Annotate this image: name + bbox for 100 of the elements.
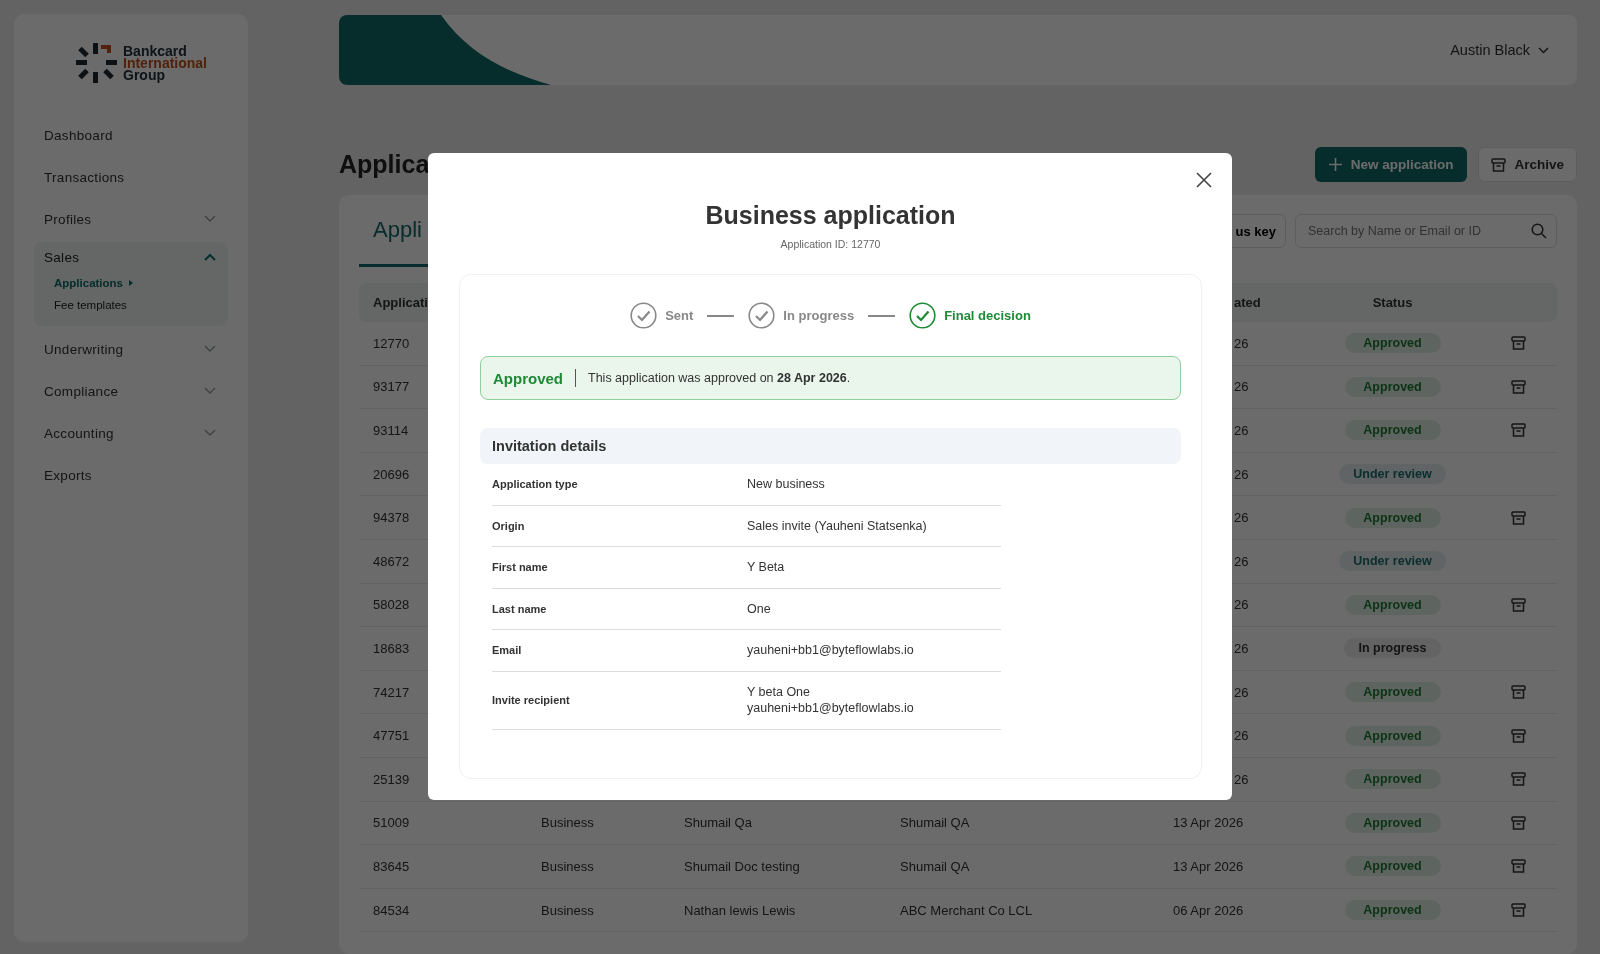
status-badge: Under review	[1339, 551, 1446, 572]
section-title: Invitation details	[492, 438, 607, 454]
table-cell: ABC Merchant Co LCL	[900, 902, 1033, 918]
status-badge: Approved	[1344, 900, 1441, 920]
sidebar-item[interactable]: Transactions	[34, 156, 228, 198]
detail-value: Y beta One	[747, 685, 811, 699]
logo-text: Bankcard	[123, 45, 187, 57]
chevron-down-icon	[1538, 46, 1549, 54]
table-cell: 84534	[373, 902, 410, 918]
table-cell: 48672	[373, 553, 410, 569]
table-cell: Shumail QA	[900, 815, 970, 831]
sidebar-item[interactable]: Accounting	[34, 412, 228, 454]
logo-text: International	[123, 57, 207, 69]
archive-button[interactable]: Archive	[1478, 147, 1577, 182]
archive-icon[interactable]	[1510, 379, 1526, 394]
status-badge: Approved	[1344, 725, 1441, 746]
chevron-up-icon	[204, 253, 216, 261]
status-badge: Approved	[1344, 376, 1441, 397]
column-header: Applicati	[373, 295, 428, 310]
detail-label: First name	[492, 561, 549, 574]
table-cell: 20696	[373, 466, 410, 482]
sidebar-item[interactable]: Underwriting	[34, 328, 228, 370]
step-label: Final decision	[944, 308, 1031, 323]
table-cell: Shumail Qa	[684, 815, 752, 831]
close-icon[interactable]	[1196, 172, 1212, 188]
detail-label: Origin	[492, 519, 526, 532]
new-application-button[interactable]: New application	[1314, 147, 1468, 182]
table-cell: 83645	[373, 858, 410, 874]
table-cell: 93114	[373, 423, 409, 438]
logo-icon	[75, 42, 119, 84]
detail-value: yauheni+bb1@byteflowlabs.io	[747, 701, 914, 715]
table-cell: 51009	[373, 815, 410, 831]
archive-icon[interactable]	[1510, 728, 1526, 743]
table-cell: 26	[1234, 684, 1249, 700]
detail-label: Last name	[492, 602, 548, 615]
table-cell: 93177	[373, 379, 410, 395]
table-cell: 26	[1234, 466, 1249, 482]
dialog-title: Business application	[705, 201, 956, 230]
archive-icon[interactable]	[1510, 685, 1526, 700]
status-badge: In progress	[1344, 638, 1441, 659]
table-cell: 94378	[373, 510, 410, 526]
archive-icon[interactable]	[1510, 597, 1526, 612]
table-cell: Business	[541, 902, 594, 918]
table-cell: 26	[1234, 379, 1249, 395]
archive-icon[interactable]	[1510, 423, 1526, 438]
table-cell: 26	[1234, 640, 1249, 656]
archive-icon[interactable]	[1510, 510, 1526, 525]
table-cell: 26	[1234, 597, 1249, 613]
archive-icon[interactable]	[1510, 815, 1526, 830]
table-cell: 26	[1234, 510, 1249, 526]
sidebar-subitem[interactable]: Applications	[34, 272, 228, 294]
column-header: Status	[1372, 295, 1413, 310]
detail-value: yauheni+bb1@byteflowlabs.io	[747, 643, 914, 658]
table-cell: Shumail Doc testing	[684, 858, 800, 874]
chevron-down-icon	[204, 345, 216, 353]
table-cell: 26	[1234, 335, 1249, 351]
status-badge: Approved	[1344, 769, 1441, 790]
archive-icon[interactable]	[1510, 859, 1526, 874]
table-cell: 25139	[373, 771, 410, 787]
table-cell: Business	[541, 858, 594, 874]
table-cell: 13 Apr 2026	[1173, 815, 1244, 831]
status-badge: Approved	[1344, 812, 1441, 833]
logo-text: Group	[123, 69, 165, 81]
archive-icon	[1491, 157, 1507, 172]
status-badge: Approved	[1344, 420, 1441, 441]
status-badge: Approved	[1344, 594, 1441, 615]
sidebar-item[interactable]: Dashboard	[34, 114, 228, 156]
sidebar-item[interactable]: Sales	[34, 242, 228, 272]
table-cell: 26	[1234, 423, 1249, 438]
table-cell: 26	[1234, 553, 1249, 569]
step-label: In progress	[783, 308, 855, 323]
detail-value: New business	[747, 477, 825, 492]
table-cell: Shumail QA	[900, 858, 970, 874]
chevron-down-icon	[204, 429, 216, 437]
sidebar-item[interactable]: Exports	[34, 454, 228, 496]
table-cell: 06 Apr 2026	[1173, 902, 1244, 918]
archive-icon[interactable]	[1510, 336, 1526, 351]
detail-label: Application type	[492, 478, 579, 491]
status-badge: Approved	[1344, 507, 1441, 528]
page-title: Applica	[339, 150, 430, 179]
approval-message: This application was approved on 28 Apr 2026.	[588, 371, 851, 385]
status-badge: Under review	[1339, 464, 1446, 485]
approval-status: Approved	[493, 369, 563, 387]
sidebar-item[interactable]: Compliance	[34, 370, 228, 412]
archive-icon[interactable]	[1510, 903, 1526, 917]
sidebar-subitem[interactable]: Fee templates	[34, 294, 228, 316]
triangle-icon	[128, 279, 134, 287]
table-cell: Business	[541, 815, 594, 831]
detail-label: Invite recipient	[492, 694, 571, 706]
archive-icon[interactable]	[1510, 772, 1526, 787]
table-cell: 18683	[373, 640, 410, 656]
sidebar-item[interactable]: Profiles	[34, 198, 228, 240]
status-badge: Approved	[1344, 682, 1441, 703]
status-badge: Approved	[1344, 856, 1441, 877]
table-cell: 58028	[373, 597, 410, 613]
plus-icon	[1328, 158, 1342, 171]
application-id: Application ID: 12770	[780, 238, 881, 250]
user-menu[interactable]: Austin Black	[1444, 41, 1555, 59]
table-cell: 47751	[373, 728, 410, 744]
table-cell: 12770	[373, 335, 410, 351]
